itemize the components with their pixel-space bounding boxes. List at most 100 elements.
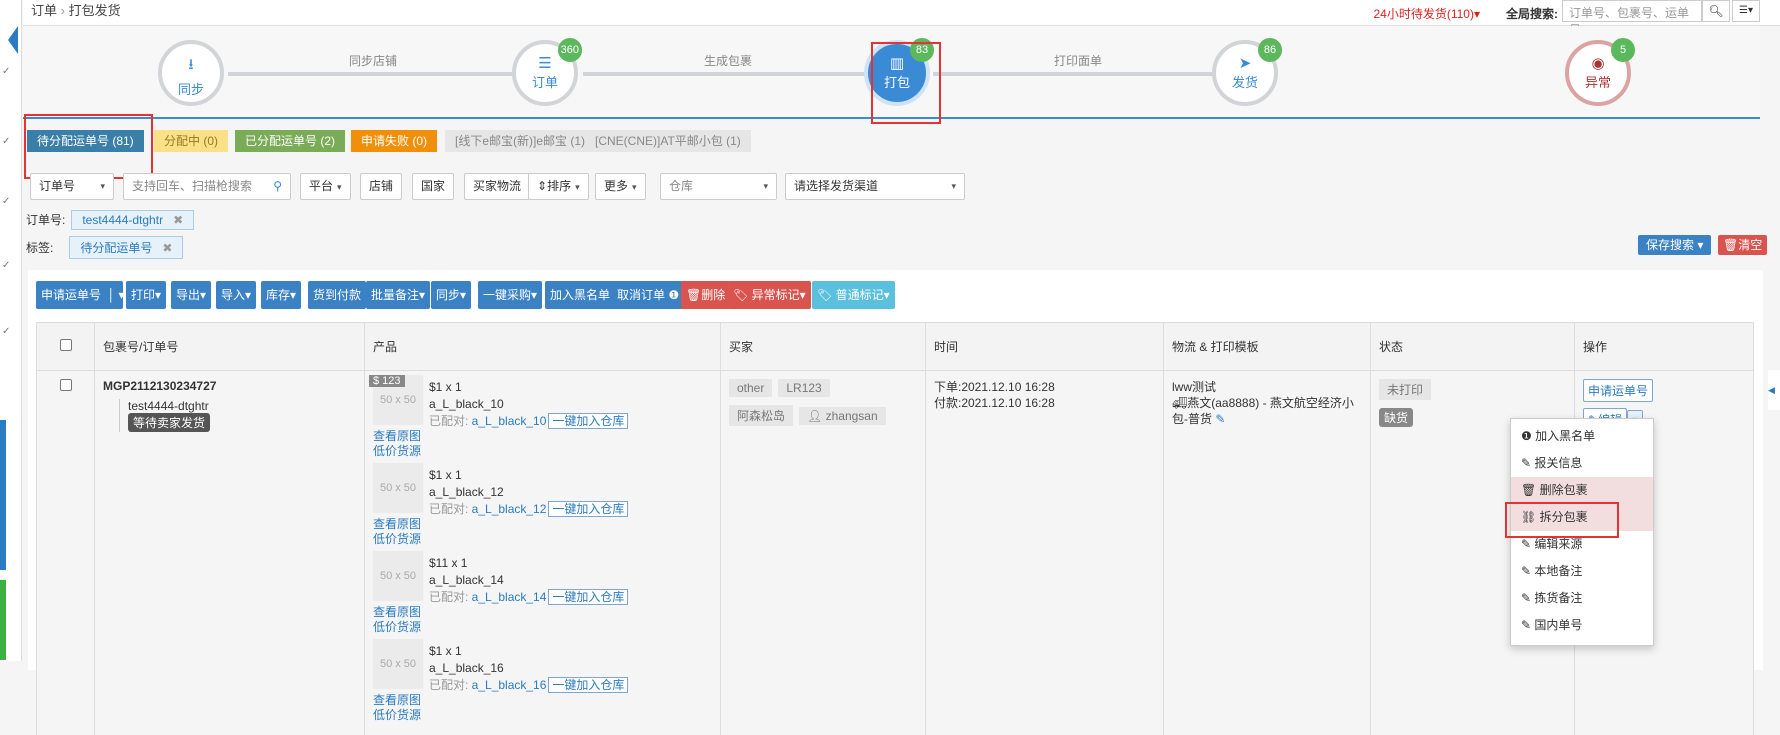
save-search-button[interactable]: 保存搜索 ▾ <box>1638 235 1711 255</box>
menu-item[interactable]: 🗑︎ 删除包裹 <box>1511 477 1653 504</box>
matched-sku[interactable]: a_L_black_14 <box>472 590 547 604</box>
product-item: 50 x 50 $1 x 1 a_L_black_16 已配对: a_L_bla… <box>373 639 712 719</box>
low-price-source-link[interactable]: 低价货源 <box>373 444 421 459</box>
menu-item[interactable]: ✎ 报关信息 <box>1511 450 1653 477</box>
select-all-checkbox[interactable] <box>60 339 72 351</box>
add-to-warehouse-button[interactable]: 一键加入仓库 <box>548 589 628 605</box>
highlight-box <box>871 42 941 124</box>
global-search-label: 全局搜索: <box>1506 5 1558 22</box>
low-price-source-link[interactable]: 低价货源 <box>373 620 421 635</box>
edit-icon: ✎ <box>1521 591 1531 605</box>
search-button[interactable]: 🔍︎ <box>1702 0 1730 22</box>
product-price: $11 x 1 <box>429 555 628 572</box>
menu-item-label: 编辑来源 <box>1534 537 1582 551</box>
low-price-source-link[interactable]: 低价货源 <box>373 708 421 723</box>
add-to-warehouse-button[interactable]: 一键加入仓库 <box>548 501 628 517</box>
global-search-input[interactable]: 订单号、包裹号、运单号 <box>1562 0 1702 22</box>
matched-sku[interactable]: a_L_black_10 <box>472 414 547 428</box>
tab-assigned[interactable]: 已分配运单号 (2) <box>235 130 345 152</box>
trash-icon: 🗑︎ <box>1521 483 1536 497</box>
view-image-link[interactable]: 查看原图 <box>373 429 421 444</box>
search-field-select[interactable]: 订单号▾ <box>30 173 114 200</box>
product-image[interactable]: 50 x 50 <box>373 639 423 689</box>
urgent-shipping-link[interactable]: 24小时待发货(110)▾ <box>1374 5 1481 22</box>
view-image-link[interactable]: 查看原图 <box>373 517 421 532</box>
print-button[interactable]: 打印▾ <box>126 281 166 309</box>
product-item: 50 x 50 $11 x 1 a_L_black_14 已配对: a_L_bl… <box>373 551 712 631</box>
apply-tracking-row-button[interactable]: 申请运单号 <box>1583 379 1653 402</box>
normal-mark-button[interactable]: 🏷︎ 普通标记▾ <box>812 281 895 309</box>
delete-button[interactable]: 🗑︎删除 <box>681 281 730 309</box>
tab-assigning[interactable]: 分配中 (0) <box>154 130 228 152</box>
view-image-link[interactable]: 查看原图 <box>373 693 421 708</box>
menu-item[interactable]: ❶ 加入黑名单 <box>1511 423 1653 450</box>
close-icon[interactable]: ✖ <box>173 213 183 227</box>
menu-item[interactable]: ✎ 国内单号 <box>1511 612 1653 639</box>
channel-select[interactable]: 请选择发货渠道▾ <box>785 173 965 200</box>
menu-item[interactable]: ✎ 本地备注 <box>1511 558 1653 585</box>
more-button[interactable]: 更多▾ <box>595 173 646 200</box>
trash-icon: 🗑︎ <box>1723 238 1738 252</box>
sort-button[interactable]: ⇕排序▾ <box>528 173 589 200</box>
country-filter[interactable]: 国家 <box>412 173 454 200</box>
step-label: 异常 <box>1569 72 1627 91</box>
blacklist-button[interactable]: 加入黑名单 <box>545 281 615 309</box>
step-exception[interactable]: ◉异常5 <box>1565 40 1631 106</box>
tab-channel-cne[interactable]: [CNE(CNE)]AT平邮小包 (1) <box>585 130 751 152</box>
sidebar-collapse-toggle[interactable] <box>8 26 18 54</box>
view-menu-button[interactable]: ☰▾ <box>1732 0 1760 22</box>
one-click-purchase-button[interactable]: 一键采购▾ <box>478 281 542 309</box>
tab-failed[interactable]: 申请失败 (0) <box>351 130 437 152</box>
tab-channel-eub[interactable]: [线下e邮宝(新)]e邮宝 (1) <box>445 130 595 152</box>
product-sku: a_L_black_12 <box>429 484 628 501</box>
inventory-button[interactable]: 库存▾ <box>261 281 301 309</box>
order-number[interactable]: test4444-dtghtr <box>128 399 356 413</box>
chevron-icon: ✓ <box>2 66 10 77</box>
product-sku: a_L_black_14 <box>429 572 628 589</box>
bulk-note-button[interactable]: 批量备注▾ <box>366 281 430 309</box>
matched-sku[interactable]: a_L_black_16 <box>472 678 547 692</box>
warehouse-select[interactable]: 仓库▾ <box>660 173 777 200</box>
export-button[interactable]: 导出▾ <box>171 281 211 309</box>
sync-button[interactable]: 同步▾ <box>431 281 471 309</box>
active-filter-tag: 标签:待分配运单号✖ <box>26 236 183 259</box>
edit-icon: ✎ <box>1521 537 1531 551</box>
shop-filter[interactable]: 店铺 <box>360 173 402 200</box>
column-header: 买家 <box>721 323 926 371</box>
close-icon[interactable]: ✖ <box>162 241 172 255</box>
menu-item[interactable]: ✎ 拣货备注 <box>1511 585 1653 612</box>
clear-button[interactable]: 🗑︎清空 <box>1718 235 1767 255</box>
filter-label: 标签: <box>26 241 53 255</box>
step-ship[interactable]: ➤发货86 <box>1212 40 1278 106</box>
low-price-source-link[interactable]: 低价货源 <box>373 532 421 547</box>
matched-sku[interactable]: a_L_black_12 <box>472 502 547 516</box>
breadcrumb-root[interactable]: 订单 <box>31 3 57 18</box>
breadcrumb-separator: › <box>61 3 65 18</box>
buyer-name: 👤︎ zhangsan <box>799 407 886 425</box>
row-checkbox[interactable] <box>60 379 72 391</box>
menu-item-label: 报关信息 <box>1534 456 1582 470</box>
info-icon: ❶ <box>1521 429 1532 443</box>
step-label: 发货 <box>1216 72 1274 91</box>
step-label: 同步 <box>162 79 220 98</box>
view-image-link[interactable]: 查看原图 <box>373 605 421 620</box>
add-to-warehouse-button[interactable]: 一键加入仓库 <box>548 677 628 693</box>
chevron-icon: ✓ <box>2 196 10 207</box>
add-to-warehouse-button[interactable]: 一键加入仓库 <box>548 413 628 429</box>
platform-filter[interactable]: 平台▾ <box>300 173 351 200</box>
step-orders[interactable]: ☰订单360 <box>512 40 578 106</box>
right-panel-toggle[interactable]: ◀ <box>1768 370 1780 410</box>
import-button[interactable]: 导入▾ <box>216 281 256 309</box>
buyer-logistics-filter[interactable]: 买家物流 <box>464 173 530 200</box>
product-image[interactable]: 50 x 50 <box>373 551 423 601</box>
step-sync[interactable]: ⭳同步 <box>158 40 224 106</box>
exception-mark-button[interactable]: 🏷︎ 异常标记▾ <box>728 281 811 309</box>
product-image[interactable]: 50 x 50 <box>373 463 423 513</box>
order-search-input[interactable]: 支持回车、扫描枪搜索⚲ <box>123 173 291 200</box>
print-status: 未打印 <box>1379 379 1431 400</box>
cod-button[interactable]: 货到付款 <box>308 281 366 309</box>
edit-icon[interactable]: ✎ <box>1215 412 1225 426</box>
product-item: 50 x 50 $ 123 $1 x 1 a_L_black_10 已配对: a… <box>373 375 712 455</box>
cancel-order-button[interactable]: 取消订单 ❶ <box>612 281 684 309</box>
apply-tracking-button[interactable]: 申请运单号 │ ▾ <box>36 281 123 309</box>
